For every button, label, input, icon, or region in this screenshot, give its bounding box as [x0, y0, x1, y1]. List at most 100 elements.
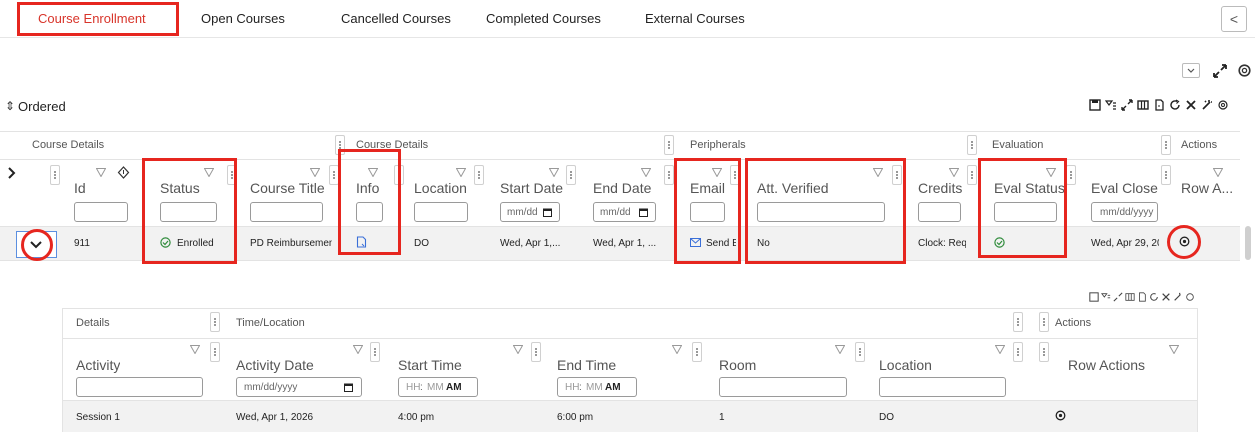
filter-input-location[interactable]	[414, 202, 468, 222]
column-resize-handle[interactable]	[1039, 342, 1049, 362]
group-resize-handle[interactable]	[1161, 135, 1171, 155]
filter-list-icon[interactable]	[1101, 292, 1111, 302]
sub-column-header-end-time[interactable]: End Time	[557, 357, 616, 373]
column-header-row-actions[interactable]: Row A...	[1181, 180, 1233, 196]
filter-icon[interactable]	[190, 345, 200, 354]
tools-icon[interactable]	[1185, 99, 1197, 111]
save-icon[interactable]	[1089, 292, 1099, 302]
sub-filter-input-location[interactable]	[879, 377, 1006, 397]
filter-icon[interactable]	[949, 168, 959, 177]
filter-icon[interactable]	[96, 168, 106, 177]
row-actions-gear-icon[interactable]	[1055, 410, 1066, 421]
sub-column-header-row-actions[interactable]: Row Actions	[1068, 357, 1145, 373]
filter-icon[interactable]	[513, 345, 523, 354]
column-header-end-date[interactable]: End Date	[593, 180, 651, 196]
filter-icon[interactable]	[995, 345, 1005, 354]
collapse-panel-button[interactable]: <	[1221, 6, 1247, 32]
sub-data-row[interactable]	[63, 401, 1197, 432]
group-resize-handle[interactable]	[210, 312, 220, 332]
column-resize-handle[interactable]	[1066, 165, 1076, 185]
filter-icon[interactable]	[672, 345, 682, 354]
filter-input-eval-close-date[interactable]: mm/dd/yyyy	[1091, 202, 1158, 222]
column-resize-handle[interactable]	[692, 342, 702, 362]
filter-icon[interactable]	[835, 345, 845, 354]
lock-icon[interactable]	[117, 166, 130, 179]
column-resize-handle[interactable]	[664, 165, 674, 185]
sub-filter-input-end-time[interactable]: HH : MM AM	[557, 377, 637, 397]
sub-filter-input-start-time[interactable]: HH : MM AM	[398, 377, 478, 397]
column-resize-handle[interactable]	[531, 342, 541, 362]
filter-input-course-title[interactable]	[250, 202, 323, 222]
column-header-eval-close-date[interactable]: Eval Close D	[1091, 180, 1159, 196]
filter-list-icon[interactable]	[1105, 99, 1117, 111]
group-resize-handle[interactable]	[1039, 312, 1049, 332]
dropdown-toggle[interactable]	[1182, 63, 1200, 78]
calendar-icon[interactable]	[344, 383, 353, 392]
filter-icon[interactable]	[310, 168, 320, 177]
column-header-id[interactable]: Id	[74, 180, 86, 196]
sort-icon[interactable]: ⇕	[5, 99, 15, 113]
settings-gear-icon[interactable]	[1185, 292, 1195, 302]
sub-column-header-activity-date[interactable]: Activity Date	[236, 357, 314, 373]
column-resize-handle[interactable]	[474, 165, 484, 185]
filter-input-id[interactable]	[74, 202, 128, 222]
filter-input-start-date[interactable]: mm/dd	[500, 202, 560, 222]
cell-course-title[interactable]: PD Reimbursement	[250, 238, 332, 249]
gear-icon[interactable]	[1236, 62, 1253, 79]
column-header-location[interactable]: Location	[414, 180, 467, 196]
column-resize-handle[interactable]	[1013, 342, 1023, 362]
filter-input-end-date[interactable]: mm/dd	[593, 202, 656, 222]
column-header-credits[interactable]: Credits	[918, 180, 962, 196]
refresh-icon[interactable]	[1149, 292, 1159, 302]
group-resize-handle[interactable]	[1013, 312, 1023, 332]
calendar-icon[interactable]	[543, 208, 552, 217]
sub-column-header-activity[interactable]: Activity	[76, 357, 120, 373]
sub-column-header-room[interactable]: Room	[719, 357, 756, 373]
tab-completed-courses[interactable]: Completed Courses	[486, 11, 601, 26]
column-resize-handle[interactable]	[210, 342, 220, 362]
filter-icon[interactable]	[456, 168, 466, 177]
group-resize-handle[interactable]	[967, 135, 977, 155]
sub-filter-input-activity-date[interactable]: mm/dd/yyyy	[236, 377, 362, 397]
sub-column-header-start-time[interactable]: Start Time	[398, 357, 462, 373]
column-header-start-date[interactable]: Start Date	[500, 180, 563, 196]
tab-open-courses[interactable]: Open Courses	[201, 11, 285, 26]
settings-gear-icon[interactable]	[1217, 99, 1229, 111]
export-icon[interactable]	[1137, 292, 1147, 302]
column-header-course-title[interactable]: Course Title	[250, 180, 325, 196]
expand-icon[interactable]	[1212, 63, 1228, 79]
sub-column-header-location[interactable]: Location	[879, 357, 932, 373]
expand-table-icon[interactable]	[1121, 99, 1133, 111]
filter-icon[interactable]	[353, 345, 363, 354]
sub-group-details: Details	[76, 317, 110, 329]
columns-icon[interactable]	[1125, 292, 1135, 302]
sub-filter-input-room[interactable]	[719, 377, 847, 397]
columns-icon[interactable]	[1137, 99, 1149, 111]
magic-wand-icon[interactable]	[1173, 292, 1183, 302]
vertical-scrollbar[interactable]	[1245, 226, 1251, 260]
tools-icon[interactable]	[1161, 292, 1171, 302]
filter-icon[interactable]	[1213, 168, 1223, 177]
filter-icon[interactable]	[1169, 345, 1179, 354]
column-resize-handle[interactable]	[967, 165, 977, 185]
sub-filter-input-activity[interactable]	[76, 377, 203, 397]
tab-cancelled-courses[interactable]: Cancelled Courses	[341, 11, 451, 26]
save-icon[interactable]	[1089, 99, 1101, 111]
group-resize-handle[interactable]	[664, 135, 674, 155]
calendar-icon[interactable]	[639, 208, 648, 217]
chevron-right-icon[interactable]	[6, 166, 18, 180]
refresh-icon[interactable]	[1169, 99, 1181, 111]
tab-external-courses[interactable]: External Courses	[645, 11, 745, 26]
column-resize-handle[interactable]	[855, 342, 865, 362]
column-resize-handle[interactable]	[370, 342, 380, 362]
highlight-expand-row	[21, 229, 53, 261]
filter-icon[interactable]	[641, 168, 651, 177]
export-icon[interactable]	[1153, 99, 1165, 111]
filter-icon[interactable]	[549, 168, 559, 177]
column-resize-handle[interactable]	[1161, 165, 1171, 185]
column-resize-handle[interactable]	[50, 165, 60, 185]
expand-table-icon[interactable]	[1113, 292, 1123, 302]
filter-input-credits[interactable]	[918, 202, 961, 222]
column-resize-handle[interactable]	[566, 165, 576, 185]
magic-wand-icon[interactable]	[1201, 99, 1213, 111]
